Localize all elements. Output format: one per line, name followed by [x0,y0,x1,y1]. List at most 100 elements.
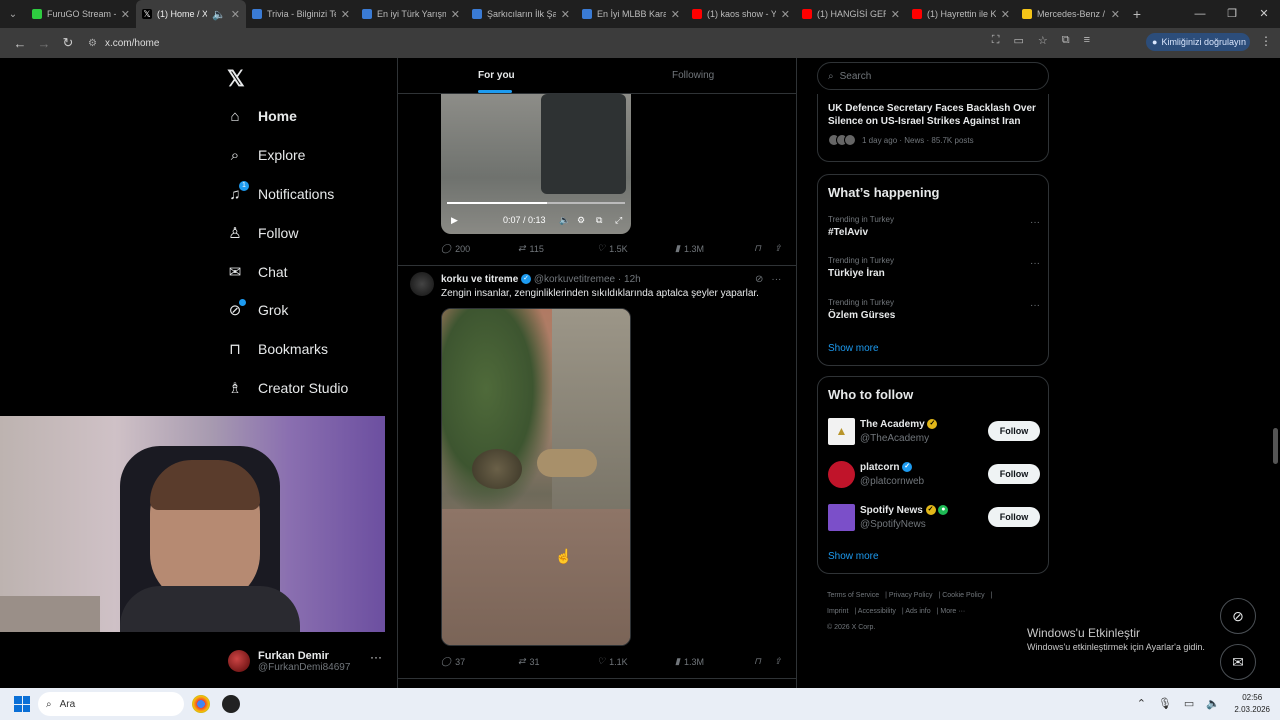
views-button[interactable]: ▮ 1.3M [675,243,704,254]
share-button[interactable]: ⇪ [774,656,782,667]
browser-tab-active[interactable]: 𝕏 (1) Home / X 🔈 ✕ [136,0,246,28]
close-icon[interactable]: ✕ [561,8,570,21]
browser-tab[interactable]: Trivia - Bilginizi Te ✕ [246,0,356,28]
browser-tab[interactable]: Mercedes-Benz / ✕ [1016,0,1126,28]
reply-button[interactable]: ◯ 37 [441,656,465,667]
chrome-icon[interactable] [192,695,210,713]
browser-tab[interactable]: Şarkıcıların İlk Şar ✕ [466,0,576,28]
tweet-video[interactable] [441,308,631,646]
bookmark-button[interactable]: ⊓ [754,243,761,254]
maximize-button[interactable]: ❐ [1216,0,1248,28]
extensions-icon[interactable]: ⧉ [1062,34,1070,47]
pip-icon[interactable]: ⧉ [596,215,602,226]
taskbar-search[interactable]: ⌕ Ara [38,692,184,716]
follow-suggestion[interactable]: platcorn ✓ @platcornweb Follow [828,460,1040,490]
nav-item-notifications[interactable]: ♫ 1 Notifications [226,180,334,206]
browser-tab[interactable]: (1) Hayrettin ile K ✕ [906,0,1016,28]
close-icon[interactable]: ✕ [1111,8,1120,21]
fullscreen-icon[interactable]: ⤢ [615,215,622,226]
volume-icon[interactable]: 🔈 [559,215,570,226]
like-button[interactable]: ♡ 1.5K [597,243,628,254]
follow-suggestion[interactable]: Spotify News ✓ ● @SpotifyNews Follow [828,503,1040,533]
chevron-up-icon[interactable]: ⌃ [1137,697,1146,710]
follow-suggestion[interactable]: ▲ The Academy ✓ @TheAcademy Follow [828,417,1040,447]
close-icon[interactable]: ✕ [231,8,240,21]
speaker-icon[interactable]: 🔈 [212,8,226,21]
follow-button[interactable]: Follow [988,421,1040,441]
network-icon[interactable]: ▭ [1184,697,1194,710]
close-icon[interactable]: ✕ [781,8,790,21]
follow-button[interactable]: Follow [988,464,1040,484]
browser-tab[interactable]: (1) kaos show - Yo ✕ [686,0,796,28]
follow-button[interactable]: Follow [988,507,1040,527]
back-button[interactable]: ← [8,36,32,51]
scrollbar-thumb[interactable] [1273,428,1278,464]
nav-item-chat[interactable]: ✉ Chat [226,260,288,284]
browser-tab[interactable]: En iyi Türk Yarışm ✕ [356,0,466,28]
search-input[interactable]: ⌕ Search [817,62,1049,90]
windows-start-icon[interactable] [14,696,30,712]
footer-link[interactable]: More ··· [940,608,965,615]
tab-following[interactable]: Following [672,70,714,81]
tweet-author-handle[interactable]: @korkuvetitremee [534,274,615,285]
x-logo-icon[interactable]: 𝕏 [227,66,245,92]
tab-for-you[interactable]: For you [478,70,515,81]
footer-link[interactable]: Privacy Policy [889,592,933,599]
footer-link[interactable]: Accessibility [858,608,896,615]
speaker-icon[interactable]: 🔈 [1206,697,1220,710]
grok-fab-button[interactable]: ⊘ [1220,598,1256,634]
page-scrollbar[interactable] [1270,58,1280,688]
close-icon[interactable]: ✕ [671,8,680,21]
account-switcher[interactable]: Furkan Demir @FurkanDemi84697 [228,643,388,679]
show-more-link[interactable]: Show more [828,551,879,562]
microphone-icon[interactable]: 🎙 [1158,697,1172,710]
forward-button[interactable]: → [32,36,56,51]
close-window-button[interactable]: ✕ [1248,0,1280,28]
close-icon[interactable]: ✕ [1001,8,1010,21]
close-icon[interactable]: ✕ [451,8,460,21]
more-icon[interactable]: ··· [1030,258,1040,269]
browser-menu-icon[interactable]: ⋮ [1260,34,1272,48]
tweet-author-name[interactable]: korku ve titreme [441,274,518,285]
tweet-video[interactable]: ▶ 0:07 / 0:13 🔈 ⚙ ⧉ ⤢ [441,94,631,234]
app-icon[interactable] [222,695,240,713]
nav-item-grok[interactable]: ⊘ Grok [226,298,288,322]
tweet-time[interactable]: · 12h [618,274,641,285]
play-icon[interactable]: ▶ [451,215,458,226]
nav-item-bookmarks[interactable]: ⊓ Bookmarks [226,337,328,361]
more-icon[interactable]: ··· [370,650,382,664]
messages-fab-button[interactable]: ✉ [1220,644,1256,680]
browser-tab[interactable]: (1) HANGİSİ GERÇ ✕ [796,0,906,28]
share-button[interactable]: ⇪ [774,243,782,254]
nav-item-explore[interactable]: ⌕ Explore [226,143,306,167]
translate-icon[interactable]: ⛶ [992,34,1000,47]
reload-button[interactable]: ↻ [56,35,80,51]
close-icon[interactable]: ✕ [121,8,130,21]
like-button[interactable]: ♡ 1.1K [597,656,628,667]
playlist-icon[interactable]: ≡ [1084,34,1090,47]
nav-item-creator-studio[interactable]: ♗ Creator Studio [226,376,348,400]
nav-item-home[interactable]: ⌂ Home [226,104,296,128]
trend-item[interactable]: Trending in Turkey Özlem Gürses ··· [828,298,1040,321]
close-icon[interactable]: ✕ [341,8,350,21]
footer-link[interactable]: Cookie Policy [942,592,984,599]
cast-icon[interactable]: ▭ [1013,34,1023,47]
more-icon[interactable]: ··· [1030,217,1040,228]
footer-link[interactable]: Imprint [827,608,848,615]
repost-button[interactable]: ⇄ 115 [518,243,544,254]
avatar[interactable] [410,272,434,296]
footer-link[interactable]: Terms of Service [827,592,879,599]
new-tab-button[interactable]: + [1126,6,1148,22]
more-icon[interactable]: ··· [1030,300,1040,311]
more-icon[interactable]: ··· [771,274,781,285]
verify-identity-button[interactable]: ● Kimliğinizi doğrulayın [1146,33,1250,51]
footer-link[interactable]: Ads info [905,608,930,615]
news-card[interactable]: UK Defence Secretary Faces Backlash Over… [817,94,1049,162]
bookmark-button[interactable]: ⊓ [754,656,761,667]
nav-item-follow[interactable]: ♙ Follow [226,221,298,245]
trend-item[interactable]: Trending in Turkey #TelAviv ··· [828,215,1040,238]
trend-item[interactable]: Trending in Turkey Türkiye İran ··· [828,256,1040,279]
star-icon[interactable]: ☆ [1038,34,1048,47]
close-icon[interactable]: ✕ [891,8,900,21]
show-more-link[interactable]: Show more [828,343,879,354]
